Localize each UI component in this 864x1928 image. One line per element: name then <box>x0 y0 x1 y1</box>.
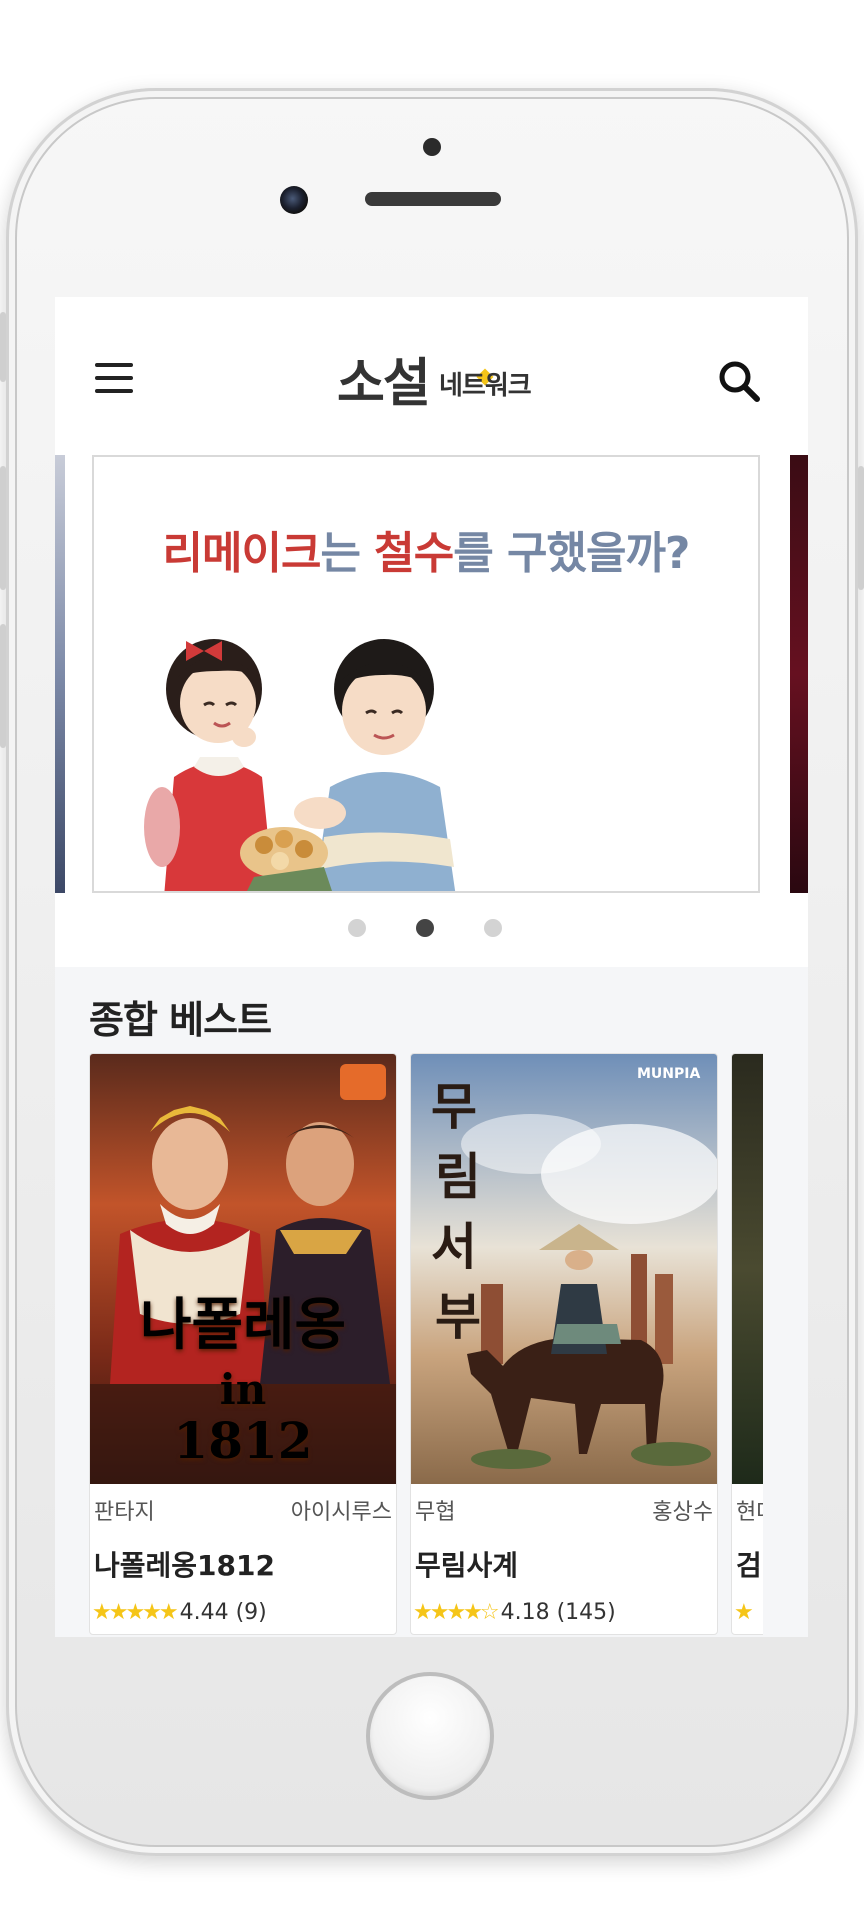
logo-sub-text: 네트워크 <box>439 371 532 401</box>
book-genre: 판타지 <box>94 1500 155 1525</box>
banner-next-peek[interactable] <box>790 455 808 893</box>
banner-title-part: 리메이크 <box>162 528 322 579</box>
book-title: 검 <box>736 1549 762 1582</box>
star-rating-icon: ★ <box>734 1599 754 1625</box>
book-card[interactable]: 무 림 서 부 MUNPIA 무협 홍상수 무림사계 ★★★★☆ 4.18 (1… <box>410 1053 718 1635</box>
earpiece-speaker <box>365 192 501 206</box>
mute-switch <box>0 312 6 382</box>
cover-calligraphy: 서 <box>431 1217 477 1276</box>
carousel-dot[interactable] <box>484 919 502 937</box>
best-section: 종합 베스트 나폴레옹 in 1812 판타지 아이시루스 나폴레옹1812 ★… <box>55 967 808 1637</box>
book-cover: 무 림 서 부 MUNPIA <box>411 1054 717 1484</box>
carousel-dot[interactable] <box>348 919 366 937</box>
app-screen: 소설 네트워크 리메이크는 철수를 구했을까? 종합 베스트 나폴레옹 in 1… <box>55 297 808 1637</box>
star-rating-icon: ★★★★★ <box>92 1599 179 1625</box>
banner-title-part: 는 <box>320 528 375 579</box>
cover-art-napoleon: 나폴레옹 in 1812 <box>90 1054 396 1484</box>
cover-art-murim: 무 림 서 부 MUNPIA <box>411 1054 717 1484</box>
publisher-badge: MUNPIA <box>637 1066 700 1082</box>
banner-title-part: 를 구했을까? <box>453 528 690 579</box>
cover-calligraphy: 림 <box>435 1147 481 1206</box>
hamburger-icon[interactable] <box>95 363 133 393</box>
cover-title-text: 1812 <box>173 1411 312 1470</box>
search-icon[interactable] <box>717 359 761 403</box>
volume-down-button <box>0 624 6 748</box>
book-genre: 무협 <box>415 1500 456 1525</box>
proximity-sensor <box>423 138 441 156</box>
volume-up-button <box>0 466 6 590</box>
cover-title-text: 나폴레옹 <box>140 1292 346 1358</box>
banner-title: 리메이크는 철수를 구했을까? <box>94 517 758 581</box>
front-camera <box>280 186 308 214</box>
rating-value: 4.18 (145) <box>500 1599 616 1625</box>
book-title: 무림사계 <box>415 1549 519 1582</box>
cover-calligraphy: 무 <box>431 1077 477 1136</box>
cover-title-text: in <box>220 1365 267 1414</box>
flower-bouquet <box>240 827 332 891</box>
book-author: 홍상수 <box>652 1500 713 1525</box>
banner-title-part: 철수 <box>374 528 454 579</box>
banner-slide[interactable]: 리메이크는 철수를 구했을까? <box>92 455 760 893</box>
book-rating: ★ <box>734 1598 755 1626</box>
logo-main-text: 소설 <box>337 354 431 414</box>
app-header: 소설 네트워크 <box>55 297 808 447</box>
carousel-dots <box>55 919 808 939</box>
banner-prev-peek[interactable] <box>55 455 65 893</box>
book-cover: 나폴레옹 in 1812 <box>90 1054 396 1484</box>
banner-illustration <box>144 639 456 891</box>
carousel-dot-active[interactable] <box>416 919 434 937</box>
home-button[interactable] <box>366 1672 494 1800</box>
book-title: 나폴레옹1812 <box>94 1549 275 1582</box>
screen-right-edge <box>763 1053 808 1637</box>
cover-calligraphy: 부 <box>435 1287 481 1346</box>
book-author: 아이시루스 <box>290 1500 392 1525</box>
book-card[interactable]: 나폴레옹 in 1812 판타지 아이시루스 나폴레옹1812 ★★★★★ 4.… <box>89 1053 397 1635</box>
rating-value: 4.44 (9) <box>179 1599 267 1625</box>
star-rating-icon: ★★★★☆ <box>413 1599 500 1625</box>
book-rating: ★★★★☆ 4.18 (145) <box>413 1598 616 1626</box>
section-title: 종합 베스트 <box>89 998 272 1042</box>
book-rating: ★★★★★ 4.44 (9) <box>92 1598 267 1626</box>
power-button <box>858 466 864 590</box>
